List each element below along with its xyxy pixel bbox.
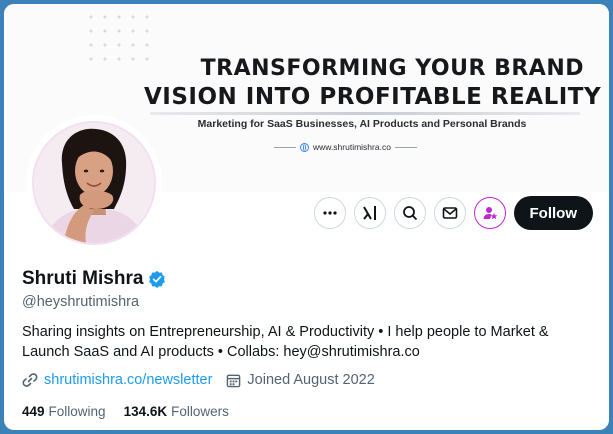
subscribe-icon — [483, 207, 497, 220]
search-icon — [402, 206, 417, 221]
search-button[interactable] — [393, 197, 426, 229]
avatar-photo — [34, 123, 154, 243]
grok-icon — [362, 206, 376, 220]
banner-tagline: Marketing for SaaS Businesses, AI Produc… — [197, 118, 527, 130]
followers-link[interactable]: 134.6K Followers — [124, 404, 229, 419]
following-label: Following — [48, 404, 106, 419]
profile-bio-line: Launch SaaS and AI products • Collabs: h… — [22, 344, 420, 360]
banner-website-text: www.shrutimishra.co — [313, 142, 391, 152]
following-link[interactable]: 449 Following — [22, 404, 106, 419]
profile-card: TRANSFORMING YOUR BRAND VISION INTO PROF… — [4, 4, 609, 430]
banner-headline-line2: VISION INTO PROFITABLE REALITY — [144, 84, 602, 110]
avatar-ring — [26, 115, 162, 251]
subscribe-button[interactable] — [473, 197, 506, 229]
profile-meta: shrutimishra.co/newsletter Joined August… — [22, 372, 375, 388]
banner-underline — [150, 112, 580, 115]
profile-bio-line: Sharing insights on Entrepreneurship, AI… — [22, 324, 549, 340]
profile-bio: Sharing insights on Entrepreneurship, AI… — [22, 322, 582, 362]
divider — [394, 146, 417, 148]
avatar[interactable] — [32, 121, 156, 245]
profile-website-link[interactable]: shrutimishra.co/newsletter — [22, 372, 212, 388]
profile-joined-text: Joined August 2022 — [247, 372, 375, 388]
profile-website-text[interactable]: shrutimishra.co/newsletter — [44, 372, 212, 388]
followers-count: 134.6K — [123, 404, 168, 419]
message-button[interactable] — [433, 197, 466, 229]
verified-badge-icon[interactable] — [148, 270, 166, 288]
profile-joined: Joined August 2022 — [226, 372, 375, 388]
profile-stats: 449 Following 134.6K Followers — [22, 404, 229, 419]
message-icon — [442, 207, 457, 219]
link-icon — [22, 373, 38, 387]
follow-button[interactable]: Follow — [513, 196, 593, 230]
calendar-icon — [227, 374, 241, 387]
more-icon — [322, 211, 337, 215]
followers-label: Followers — [171, 404, 229, 419]
following-count: 449 — [22, 404, 45, 419]
globe-icon — [300, 142, 309, 152]
banner-website: www.shrutimishra.co — [274, 140, 434, 154]
grok-button[interactable] — [353, 197, 386, 229]
profile-name-row: Shruti Mishra — [22, 268, 166, 290]
profile-name: Shruti Mishra — [22, 268, 144, 289]
banner-headline-line1: TRANSFORMING YOUR BRAND — [200, 56, 584, 81]
profile-handle: @heyshrutimishra — [22, 294, 140, 310]
divider — [274, 146, 296, 148]
profile-actions: Follow — [313, 196, 593, 230]
more-button[interactable] — [313, 197, 346, 229]
